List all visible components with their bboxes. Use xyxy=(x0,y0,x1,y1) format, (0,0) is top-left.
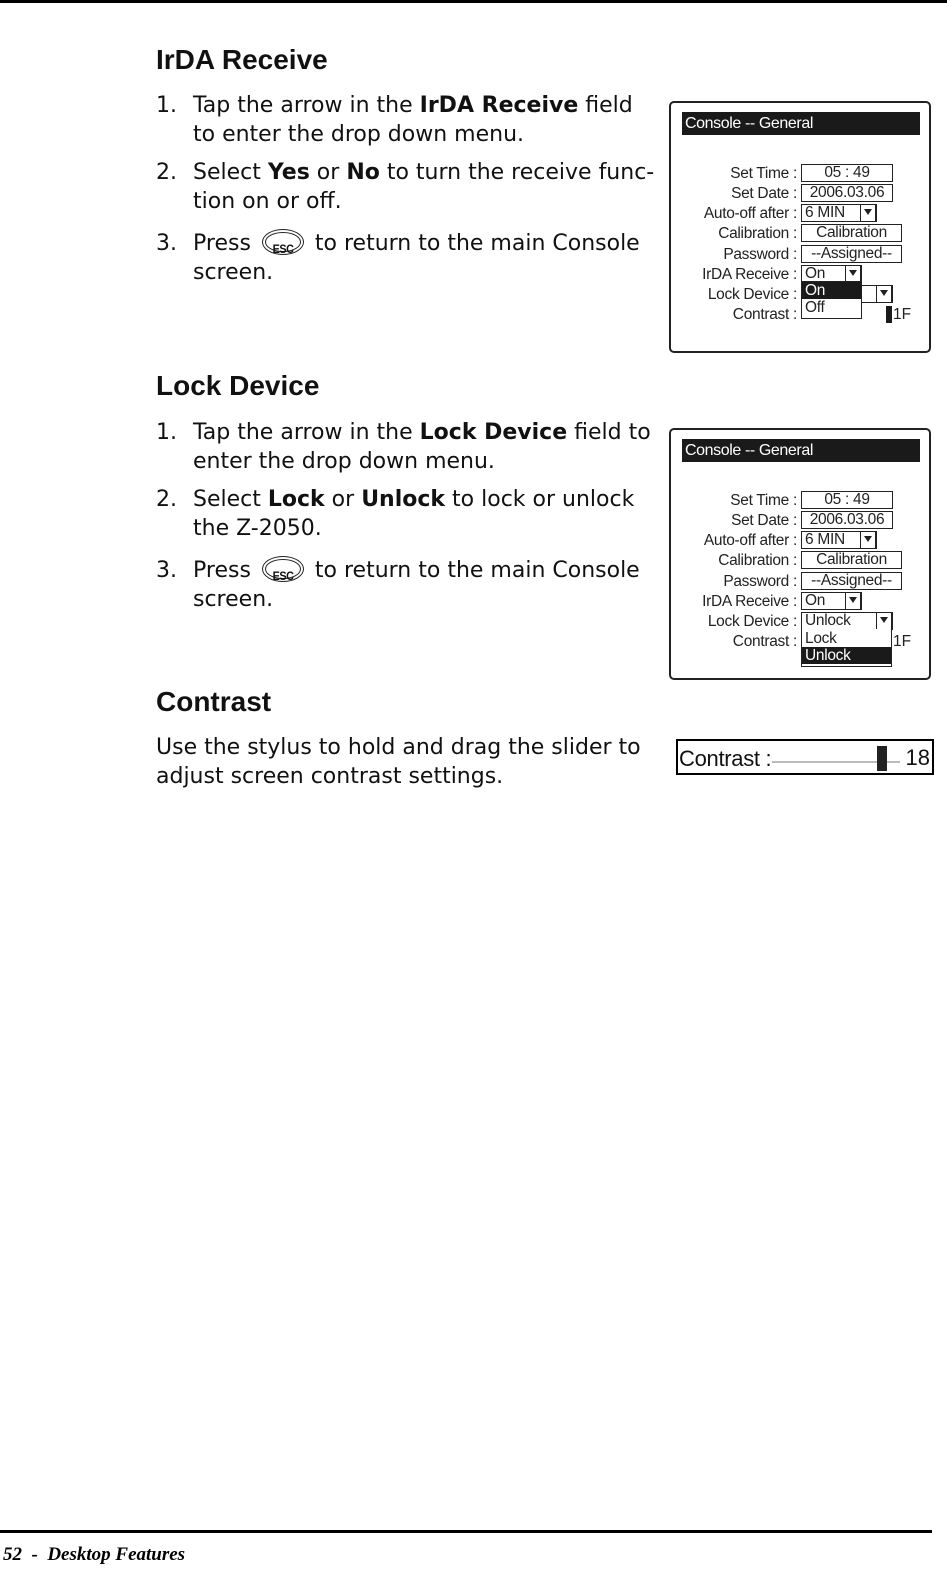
chevron-down-icon[interactable] xyxy=(876,611,892,630)
set-date-field[interactable]: 2006.03.06 xyxy=(801,511,893,529)
step-text: to return to the main Console screen. xyxy=(193,231,640,285)
step-text: to return to the main Console screen. xyxy=(193,558,640,612)
step-text: Select xyxy=(193,160,268,185)
irda-step-3: 3. Press ESC to return to the main Conso… xyxy=(156,229,656,287)
step-text: Tap the arrow in the xyxy=(193,420,420,445)
label-contrast: Contrast : xyxy=(732,633,798,650)
contrast-slider-value: 18 xyxy=(905,745,930,770)
contrast-description: Use the stylus to hold and drag the slid… xyxy=(156,735,641,789)
lock-step-3: 3. Press ESC to return to the main Conso… xyxy=(156,556,656,614)
calibration-button[interactable]: Calibration xyxy=(801,551,902,569)
section-heading-lock-device: Lock Device xyxy=(156,370,320,401)
lock-device-select[interactable]: Unlock xyxy=(801,611,893,630)
step-text: Press xyxy=(193,231,251,256)
label-set-time: Set Time : xyxy=(730,165,797,182)
console-general-screenshot-lock: Console -- General Set Time : Set Date :… xyxy=(669,428,931,680)
password-button[interactable]: --Assigned-- xyxy=(801,572,902,590)
step-text: Press xyxy=(193,558,251,583)
step-bold: Lock xyxy=(267,487,325,512)
label-lock-device: Lock Device : xyxy=(707,286,797,303)
irda-step-1: 1. Tap the arrow in the IrDA Receive fie… xyxy=(156,91,656,149)
lock-device-dropdown: Lock Unlock xyxy=(801,629,892,667)
step-bold: Yes xyxy=(267,160,310,185)
irda-receive-value: On xyxy=(805,592,826,609)
label-lock-device: Lock Device : xyxy=(707,613,797,630)
step-number: 3. xyxy=(156,558,177,583)
esc-key-label: ESC xyxy=(272,242,294,256)
set-time-field[interactable]: 05 : 49 xyxy=(801,164,893,182)
label-irda-receive: IrDA Receive : xyxy=(702,266,797,283)
chevron-down-icon[interactable] xyxy=(845,264,861,283)
label-set-time: Set Time : xyxy=(730,492,797,509)
auto-off-select[interactable]: 6 MIN xyxy=(801,530,877,549)
irda-receive-select[interactable]: On xyxy=(801,591,862,610)
contrast-slider-thumb[interactable] xyxy=(877,746,888,771)
auto-off-value: 6 MIN xyxy=(805,531,845,548)
step-bold: No xyxy=(346,160,380,185)
lock-device-value: Unlock xyxy=(805,612,851,629)
label-password: Password : xyxy=(723,573,797,590)
auto-off-value: 6 MIN xyxy=(805,204,845,221)
set-date-field[interactable]: 2006.03.06 xyxy=(801,184,893,202)
label-set-date: Set Date : xyxy=(731,185,797,202)
page-footer: 52 - Desktop Features xyxy=(3,1544,186,1565)
step-number: 2. xyxy=(156,160,177,185)
irda-receive-dropdown: On Off xyxy=(801,281,862,319)
step-number: 2. xyxy=(156,487,177,512)
panel-title: Console -- General xyxy=(682,439,920,462)
label-calibration: Calibration : xyxy=(718,225,797,242)
chevron-down-icon[interactable] xyxy=(860,203,876,222)
label-auto-off: Auto-off after : xyxy=(703,205,797,222)
contrast-slider-label: Contrast : xyxy=(679,746,772,771)
step-number: 3. xyxy=(156,231,177,256)
contrast-value: 1F xyxy=(893,633,912,650)
esc-key-icon: ESC xyxy=(261,229,304,256)
step-text: or xyxy=(309,160,347,185)
label-set-date: Set Date : xyxy=(731,512,797,529)
irda-step-2: 2. Select Yes or No to turn the receive … xyxy=(156,158,656,216)
set-time-field[interactable]: 05 : 49 xyxy=(801,491,893,509)
label-password: Password : xyxy=(723,246,797,263)
label-contrast: Contrast : xyxy=(732,306,798,323)
step-number: 1. xyxy=(156,420,177,445)
step-text: Tap the arrow in the xyxy=(193,93,420,118)
contrast-slider-thumb[interactable] xyxy=(886,306,892,323)
calibration-button[interactable]: Calibration xyxy=(801,224,902,242)
contrast-slider-box: Contrast : 18 xyxy=(676,739,934,775)
esc-key-label: ESC xyxy=(272,569,294,583)
label-calibration: Calibration : xyxy=(718,552,797,569)
chevron-down-icon[interactable] xyxy=(876,284,892,303)
step-bold: IrDA Receive xyxy=(419,93,579,118)
lock-step-2: 2. Select Lock or Unlock to lock or unlo… xyxy=(156,485,656,543)
section-heading-contrast: Contrast xyxy=(156,686,272,717)
footer-rule xyxy=(0,1530,932,1533)
auto-off-select[interactable]: 6 MIN xyxy=(801,203,877,222)
chevron-down-icon[interactable] xyxy=(860,530,876,549)
console-general-screenshot-irda: Console -- General Set Time : Set Date :… xyxy=(669,101,931,353)
step-text: or xyxy=(324,487,362,512)
contrast-value: 1F xyxy=(893,306,912,323)
dropdown-option-unlock[interactable]: Unlock xyxy=(802,647,891,664)
password-button[interactable]: --Assigned-- xyxy=(801,245,902,263)
step-number: 1. xyxy=(156,93,177,118)
lock-steps: 1. Tap the arrow in the Lock Device fiel… xyxy=(156,418,656,623)
esc-key-icon: ESC xyxy=(261,556,304,583)
step-bold: Unlock xyxy=(361,487,446,512)
dropdown-option-lock[interactable]: Lock xyxy=(802,630,891,647)
lock-step-1: 1. Tap the arrow in the Lock Device fiel… xyxy=(156,418,656,476)
chevron-down-icon[interactable] xyxy=(845,591,861,610)
label-irda-receive: IrDA Receive : xyxy=(702,593,797,610)
step-bold: Lock Device xyxy=(419,420,568,445)
section-heading-irda: IrDA Receive xyxy=(156,44,328,75)
panel-title: Console -- General xyxy=(682,112,920,135)
dropdown-option-on[interactable]: On xyxy=(802,282,861,299)
step-text: Select xyxy=(193,487,268,512)
label-auto-off: Auto-off after : xyxy=(703,532,797,549)
irda-steps: 1. Tap the arrow in the IrDA Receive fie… xyxy=(156,91,656,296)
top-rule xyxy=(0,0,947,3)
dropdown-option-off[interactable]: Off xyxy=(802,299,861,316)
irda-receive-value: On xyxy=(805,265,826,282)
